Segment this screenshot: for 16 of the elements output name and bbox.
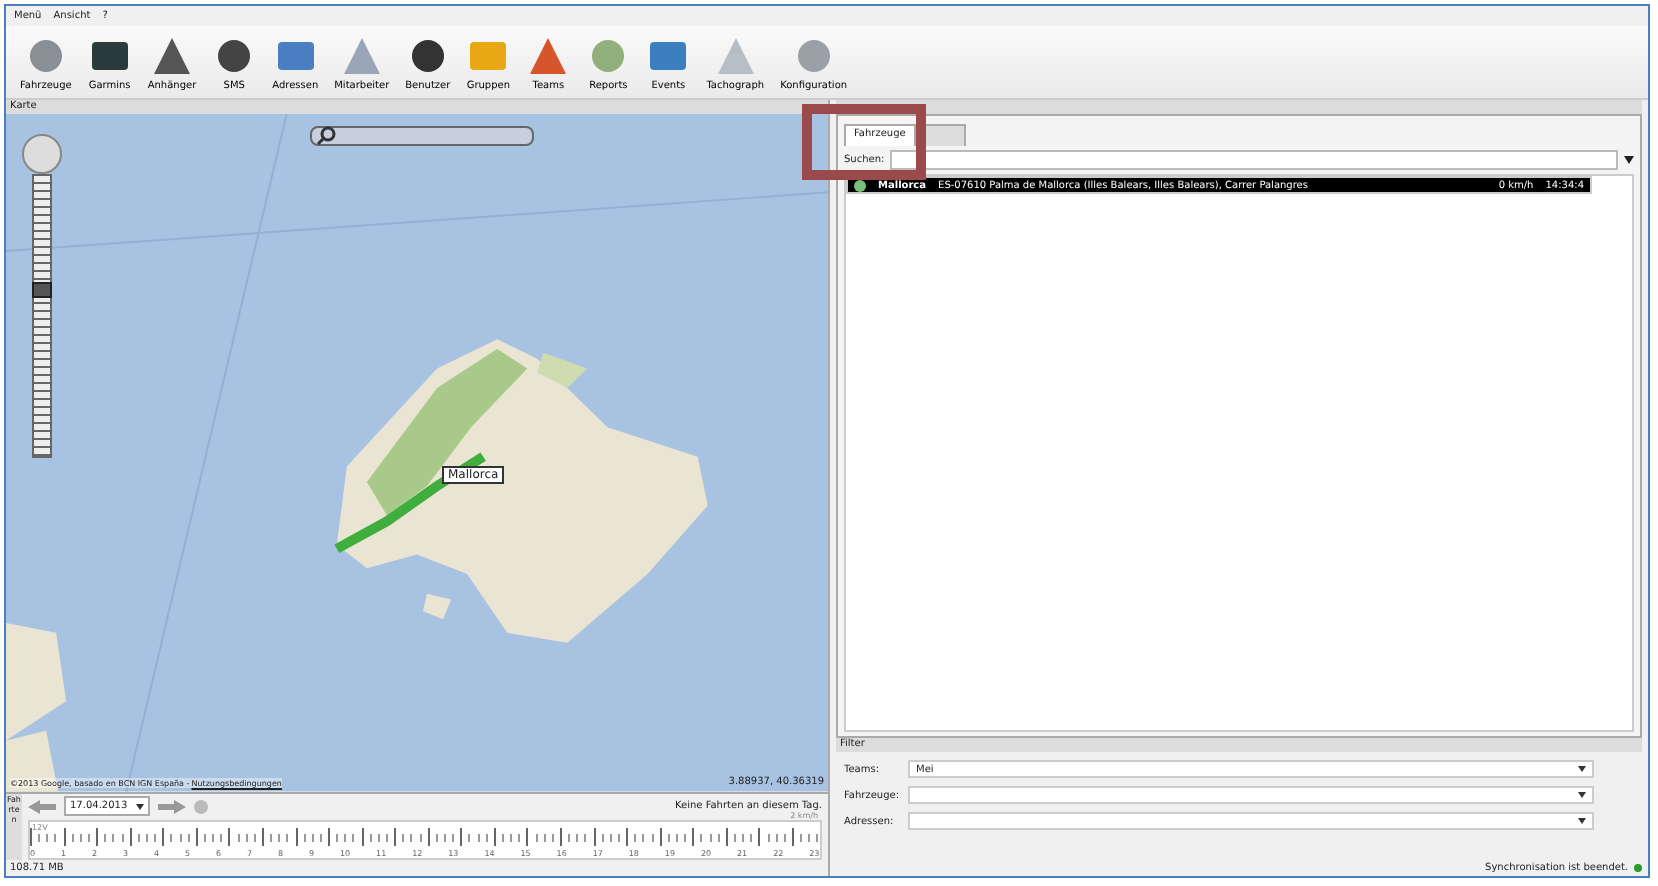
forward-arrow-icon[interactable] [157, 799, 186, 814]
caret-icon [1578, 792, 1586, 798]
zoom-thumb[interactable] [32, 281, 52, 298]
caret-icon [1578, 818, 1586, 824]
caret-icon[interactable] [1624, 156, 1634, 164]
highlight-frame [802, 104, 926, 180]
select-field[interactable] [908, 812, 1594, 830]
map-search-field[interactable] [310, 126, 534, 146]
zoom-slider[interactable] [32, 174, 52, 458]
search-field[interactable] [890, 150, 1618, 170]
select-field[interactable] [908, 786, 1594, 804]
caret-icon [135, 803, 144, 810]
caret-icon [1578, 766, 1586, 772]
back-arrow-icon[interactable] [28, 799, 56, 814]
info-icon[interactable] [193, 799, 208, 814]
search-icon [316, 126, 336, 146]
